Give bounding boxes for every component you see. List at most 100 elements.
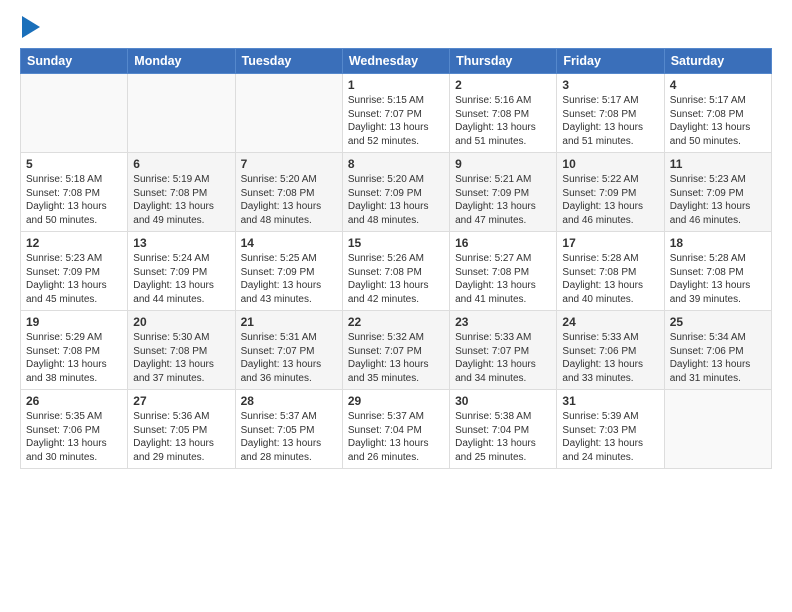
day-number: 26 (26, 394, 122, 408)
day-number: 3 (562, 78, 658, 92)
day-number: 30 (455, 394, 551, 408)
day-info: Sunrise: 5:31 AM Sunset: 7:07 PM Dayligh… (241, 331, 337, 385)
calendar-cell: 9Sunrise: 5:21 AM Sunset: 7:09 PM Daylig… (450, 153, 557, 232)
day-info: Sunrise: 5:23 AM Sunset: 7:09 PM Dayligh… (670, 173, 766, 227)
day-info: Sunrise: 5:36 AM Sunset: 7:05 PM Dayligh… (133, 410, 229, 464)
day-number: 29 (348, 394, 444, 408)
calendar-cell: 19 Sunrise: 5:29 AM Sunset: 7:08 PM Dayli… (21, 311, 128, 390)
calendar-cell: 3 Sunrise: 5:17 AM Sunset: 7:08 PM Daylig… (557, 74, 664, 153)
day-info: Sunrise: 5:15 AM Sunset: 7:07 PM Dayligh… (348, 94, 444, 148)
day-number: 10 (562, 157, 658, 171)
day-info: Sunrise: 5:21 AM Sunset: 7:09 PM Dayligh… (455, 173, 551, 227)
day-info: Sunrise: 5:32 AM Sunset: 7:07 PM Dayligh… (348, 331, 444, 385)
day-info: Sunrise: 5:28 AM Sunset: 7:08 PM Dayligh… (562, 252, 658, 306)
day-number: 14 (241, 236, 337, 250)
day-info: Sunrise: 5:28 AM Sunset: 7:08 PM Dayligh… (670, 252, 766, 306)
day-info: Sunrise: 5:35 AM Sunset: 7:06 PM Dayligh… (26, 410, 122, 464)
calendar-cell: 25 Sunrise: 5:34 AM Sunset: 7:06 PM Dayli… (664, 311, 771, 390)
weekday-sunday: Sunday (21, 49, 128, 74)
day-number: 25 (670, 315, 766, 329)
day-info: Sunrise: 5:30 AM Sunset: 7:08 PM Dayligh… (133, 331, 229, 385)
calendar-week-3: 12Sunrise: 5:23 AM Sunset: 7:09 PM Dayli… (21, 232, 772, 311)
calendar-cell: 7 Sunrise: 5:20 AM Sunset: 7:08 PM Daylig… (235, 153, 342, 232)
day-number: 23 (455, 315, 551, 329)
calendar-cell (664, 390, 771, 469)
calendar-cell: 31 Sunrise: 5:39 AM Sunset: 7:03 PM Dayli… (557, 390, 664, 469)
day-number: 5 (26, 157, 122, 171)
day-info: Sunrise: 5:33 AM Sunset: 7:07 PM Dayligh… (455, 331, 551, 385)
day-number: 11 (670, 157, 766, 171)
calendar-table: SundayMondayTuesdayWednesdayThursdayFrid… (20, 48, 772, 469)
calendar-cell: 13Sunrise: 5:24 AM Sunset: 7:09 PM Dayli… (128, 232, 235, 311)
day-info: Sunrise: 5:34 AM Sunset: 7:06 PM Dayligh… (670, 331, 766, 385)
day-info: Sunrise: 5:20 AM Sunset: 7:09 PM Dayligh… (348, 173, 444, 227)
calendar-cell: 18 Sunrise: 5:28 AM Sunset: 7:08 PM Dayli… (664, 232, 771, 311)
weekday-thursday: Thursday (450, 49, 557, 74)
day-number: 18 (670, 236, 766, 250)
logo (20, 16, 40, 38)
day-info: Sunrise: 5:25 AM Sunset: 7:09 PM Dayligh… (241, 252, 337, 306)
day-number: 17 (562, 236, 658, 250)
calendar-cell: 2Sunrise: 5:16 AM Sunset: 7:08 PM Daylig… (450, 74, 557, 153)
day-info: Sunrise: 5:33 AM Sunset: 7:06 PM Dayligh… (562, 331, 658, 385)
day-info: Sunrise: 5:27 AM Sunset: 7:08 PM Dayligh… (455, 252, 551, 306)
weekday-friday: Friday (557, 49, 664, 74)
calendar-cell: 23 Sunrise: 5:33 AM Sunset: 7:07 PM Dayli… (450, 311, 557, 390)
calendar-cell: 30Sunrise: 5:38 AM Sunset: 7:04 PM Dayli… (450, 390, 557, 469)
day-info: Sunrise: 5:17 AM Sunset: 7:08 PM Dayligh… (670, 94, 766, 148)
calendar-cell: 14 Sunrise: 5:25 AM Sunset: 7:09 PM Dayli… (235, 232, 342, 311)
day-number: 8 (348, 157, 444, 171)
calendar-cell: 11 Sunrise: 5:23 AM Sunset: 7:09 PM Dayli… (664, 153, 771, 232)
calendar-cell: 17 Sunrise: 5:28 AM Sunset: 7:08 PM Dayli… (557, 232, 664, 311)
day-number: 28 (241, 394, 337, 408)
day-number: 21 (241, 315, 337, 329)
calendar-week-2: 5 Sunrise: 5:18 AM Sunset: 7:08 PM Daylig… (21, 153, 772, 232)
calendar-cell: 26 Sunrise: 5:35 AM Sunset: 7:06 PM Dayli… (21, 390, 128, 469)
calendar-cell: 10 Sunrise: 5:22 AM Sunset: 7:09 PM Dayli… (557, 153, 664, 232)
day-number: 6 (133, 157, 229, 171)
day-info: Sunrise: 5:22 AM Sunset: 7:09 PM Dayligh… (562, 173, 658, 227)
day-number: 7 (241, 157, 337, 171)
day-info: Sunrise: 5:26 AM Sunset: 7:08 PM Dayligh… (348, 252, 444, 306)
calendar-cell: 16 Sunrise: 5:27 AM Sunset: 7:08 PM Dayli… (450, 232, 557, 311)
day-info: Sunrise: 5:17 AM Sunset: 7:08 PM Dayligh… (562, 94, 658, 148)
day-number: 16 (455, 236, 551, 250)
day-number: 24 (562, 315, 658, 329)
day-info: Sunrise: 5:29 AM Sunset: 7:08 PM Dayligh… (26, 331, 122, 385)
day-info: Sunrise: 5:37 AM Sunset: 7:05 PM Dayligh… (241, 410, 337, 464)
weekday-tuesday: Tuesday (235, 49, 342, 74)
calendar-week-4: 19 Sunrise: 5:29 AM Sunset: 7:08 PM Dayli… (21, 311, 772, 390)
day-info: Sunrise: 5:20 AM Sunset: 7:08 PM Dayligh… (241, 173, 337, 227)
calendar-cell: 20 Sunrise: 5:30 AM Sunset: 7:08 PM Dayli… (128, 311, 235, 390)
weekday-saturday: Saturday (664, 49, 771, 74)
day-info: Sunrise: 5:24 AM Sunset: 7:09 PM Dayligh… (133, 252, 229, 306)
day-info: Sunrise: 5:16 AM Sunset: 7:08 PM Dayligh… (455, 94, 551, 148)
weekday-wednesday: Wednesday (342, 49, 449, 74)
day-info: Sunrise: 5:23 AM Sunset: 7:09 PM Dayligh… (26, 252, 122, 306)
day-number: 4 (670, 78, 766, 92)
calendar-cell: 4 Sunrise: 5:17 AM Sunset: 7:08 PM Daylig… (664, 74, 771, 153)
calendar-cell: 27 Sunrise: 5:36 AM Sunset: 7:05 PM Dayli… (128, 390, 235, 469)
day-info: Sunrise: 5:39 AM Sunset: 7:03 PM Dayligh… (562, 410, 658, 464)
calendar-cell: 6 Sunrise: 5:19 AM Sunset: 7:08 PM Daylig… (128, 153, 235, 232)
header (20, 16, 772, 38)
weekday-monday: Monday (128, 49, 235, 74)
calendar-week-5: 26 Sunrise: 5:35 AM Sunset: 7:06 PM Dayli… (21, 390, 772, 469)
day-info: Sunrise: 5:18 AM Sunset: 7:08 PM Dayligh… (26, 173, 122, 227)
page: SundayMondayTuesdayWednesdayThursdayFrid… (0, 0, 792, 485)
calendar-cell: 8 Sunrise: 5:20 AM Sunset: 7:09 PM Daylig… (342, 153, 449, 232)
day-number: 27 (133, 394, 229, 408)
day-number: 20 (133, 315, 229, 329)
day-number: 19 (26, 315, 122, 329)
calendar-cell: 29Sunrise: 5:37 AM Sunset: 7:04 PM Dayli… (342, 390, 449, 469)
day-info: Sunrise: 5:19 AM Sunset: 7:08 PM Dayligh… (133, 173, 229, 227)
day-number: 15 (348, 236, 444, 250)
day-number: 22 (348, 315, 444, 329)
calendar-cell: 21 Sunrise: 5:31 AM Sunset: 7:07 PM Dayli… (235, 311, 342, 390)
calendar-cell: 5 Sunrise: 5:18 AM Sunset: 7:08 PM Daylig… (21, 153, 128, 232)
weekday-header-row: SundayMondayTuesdayWednesdayThursdayFrid… (21, 49, 772, 74)
calendar-cell: 22 Sunrise: 5:32 AM Sunset: 7:07 PM Dayli… (342, 311, 449, 390)
day-number: 31 (562, 394, 658, 408)
calendar-cell (235, 74, 342, 153)
calendar-cell: 24 Sunrise: 5:33 AM Sunset: 7:06 PM Dayli… (557, 311, 664, 390)
